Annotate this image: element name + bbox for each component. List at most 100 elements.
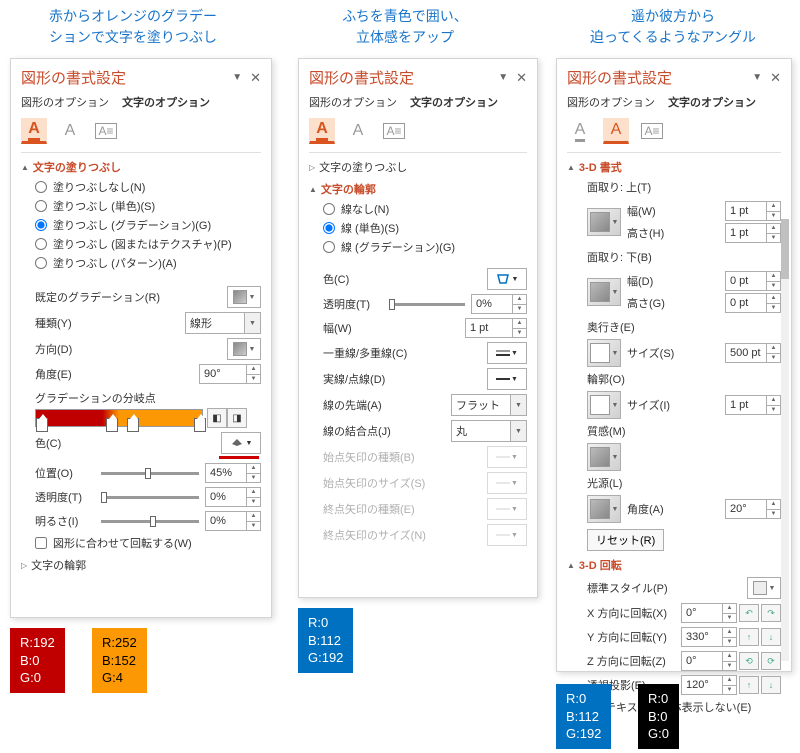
join-type-dropdown[interactable]: 丸▼ [451,420,527,442]
reset-button[interactable]: リセット(R) [587,529,664,551]
colorbox-blue-1: R:0B:112G:192 [298,608,353,673]
gradient-direction-dropdown[interactable]: ▼ [227,338,261,360]
add-stop-button[interactable]: ◧ [207,408,227,428]
radio-nofill[interactable] [35,181,47,193]
rx-right-button[interactable]: ↷ [761,604,781,622]
ry-spinner[interactable]: 330°▲▼ [681,627,737,647]
rotate-with-shape-checkbox[interactable] [35,537,47,549]
label-dash: 実線/点線(D) [323,371,487,387]
transparency-spinner[interactable]: 0%▲▼ [205,487,261,507]
textbox-icon[interactable]: A≡ [381,118,407,144]
lighting-angle-spinner[interactable]: 20°▲▼ [725,499,781,519]
radio-picture[interactable] [35,238,47,250]
remove-stop-button[interactable]: ◨ [227,408,247,428]
depth-color-dropdown[interactable]: ▼ [587,339,621,367]
rz-cw-button[interactable]: ⟳ [761,652,781,670]
bevel-top-width-spinner[interactable]: 1 pt▲▼ [725,201,781,221]
textbox-icon[interactable]: A≡ [93,118,119,144]
outline-color-button[interactable]: ▼ [487,268,527,290]
label-ry: Y 方向に回転(Y) [587,629,681,645]
dash-type-dropdown[interactable]: ▼ [487,368,527,390]
section-text-outline[interactable]: ▲文字の輪郭 [309,181,527,197]
bevel-bot-height-spinner[interactable]: 0 pt▲▼ [725,293,781,313]
rx-spinner[interactable]: 0°▲▼ [681,603,737,623]
text-fill-outline-icon[interactable]: A [567,118,593,144]
persp-up-button[interactable]: ↑ [739,676,759,694]
textbox-icon[interactable]: A≡ [639,118,665,144]
ry-up-button[interactable]: ↑ [739,628,759,646]
tab-shape-options[interactable]: 図形のオプション [567,97,655,109]
section-text-fill[interactable]: ▲文字の塗りつぶし [21,159,261,175]
scrollbar[interactable] [781,219,789,661]
material-dropdown[interactable]: ▼ [587,443,621,471]
contour-color-dropdown[interactable]: ▼ [587,391,621,419]
text-effects-icon[interactable]: A [57,118,83,144]
arrow-end-dropdown: ▼ [487,498,527,520]
radio-pattern[interactable] [35,257,47,269]
outline-transparency-slider[interactable] [389,303,465,306]
compound-type-dropdown[interactable]: ▼ [487,342,527,364]
bevel-bot-width-spinner[interactable]: 0 pt▲▼ [725,271,781,291]
color-picker-button[interactable]: ▼ [221,432,261,454]
rx-left-button[interactable]: ↶ [739,604,759,622]
panel-collapse-icon[interactable]: ▼ [498,72,508,83]
text-fill-outline-icon[interactable]: A [21,118,47,144]
radio-line-solid[interactable] [323,222,335,234]
section-text-fill[interactable]: ▷文字の塗りつぶし [309,159,527,175]
preset-gradient-dropdown[interactable]: ▼ [227,286,261,308]
tab-text-options[interactable]: 文字のオプション [410,97,498,109]
transparency-slider[interactable] [101,496,199,499]
bevel-bottom-dropdown[interactable]: ▼ [587,278,621,306]
angle-spinner[interactable]: 90°▲▼ [199,364,261,384]
label-arrow-end-size: 終点矢印のサイズ(N) [323,527,487,543]
label-preset: 既定のグラデーション(R) [35,289,227,305]
tab-shape-options[interactable]: 図形のオプション [309,97,397,109]
panel-title: 図形の書式設定 [21,67,126,88]
rz-ccw-button[interactable]: ⟲ [739,652,759,670]
radio-line-gradient[interactable] [323,241,335,253]
radio-noline[interactable] [323,203,335,215]
panel-collapse-icon[interactable]: ▼ [752,72,762,83]
arrow-begin-size-dropdown: ▼ [487,472,527,494]
arrow-end-size-dropdown: ▼ [487,524,527,546]
outline-width-spinner[interactable]: 1 pt▲▼ [465,318,527,338]
lighting-dropdown[interactable]: ▼ [587,495,621,523]
rz-spinner[interactable]: 0°▲▼ [681,651,737,671]
position-slider[interactable] [101,472,199,475]
label-join: 線の結合点(J) [323,423,451,439]
position-spinner[interactable]: 45%▲▼ [205,463,261,483]
ry-down-button[interactable]: ↓ [761,628,781,646]
contour-size-spinner[interactable]: 1 pt▲▼ [725,395,781,415]
tab-text-options[interactable]: 文字のオプション [122,97,210,109]
radio-gradient[interactable] [35,219,47,231]
caption-mid: ふちを青色で囲い、立体感をアップ [290,6,520,48]
section-3d-format[interactable]: ▲3-D 書式 [567,159,781,175]
depth-size-spinner[interactable]: 500 pt▲▼ [725,343,781,363]
section-text-outline[interactable]: ▷文字の輪郭 [21,557,261,573]
bevel-top-dropdown[interactable]: ▼ [587,208,621,236]
panel-collapse-icon[interactable]: ▼ [232,72,242,83]
gradient-stops-bar[interactable] [35,409,203,427]
text-effects-icon[interactable]: A [345,118,371,144]
text-fill-outline-icon[interactable]: A [309,118,335,144]
label-lighting: 光源(L) [587,475,781,491]
cap-type-dropdown[interactable]: フラット▼ [451,394,527,416]
outline-transparency-spinner[interactable]: 0%▲▼ [471,294,527,314]
text-effects-icon[interactable]: A [603,118,629,144]
close-icon[interactable]: ✕ [516,70,527,86]
section-3d-rotation[interactable]: ▲3-D 回転 [567,557,781,573]
perspective-spinner[interactable]: 120°▲▼ [681,675,737,695]
persp-down-button[interactable]: ↓ [761,676,781,694]
bevel-top-height-spinner[interactable]: 1 pt▲▼ [725,223,781,243]
gradient-type-dropdown[interactable]: 線形▼ [185,312,261,334]
label-type: 種類(Y) [35,315,185,331]
close-icon[interactable]: ✕ [770,70,781,86]
rotation-preset-dropdown[interactable]: ▼ [747,577,781,599]
tab-text-options[interactable]: 文字のオプション [668,97,756,109]
brightness-slider[interactable] [101,520,199,523]
caption-left: 赤からオレンジのグラデーションで文字を塗りつぶし [8,6,258,48]
brightness-spinner[interactable]: 0%▲▼ [205,511,261,531]
radio-solid[interactable] [35,200,47,212]
tab-shape-options[interactable]: 図形のオプション [21,97,109,109]
close-icon[interactable]: ✕ [250,70,261,86]
